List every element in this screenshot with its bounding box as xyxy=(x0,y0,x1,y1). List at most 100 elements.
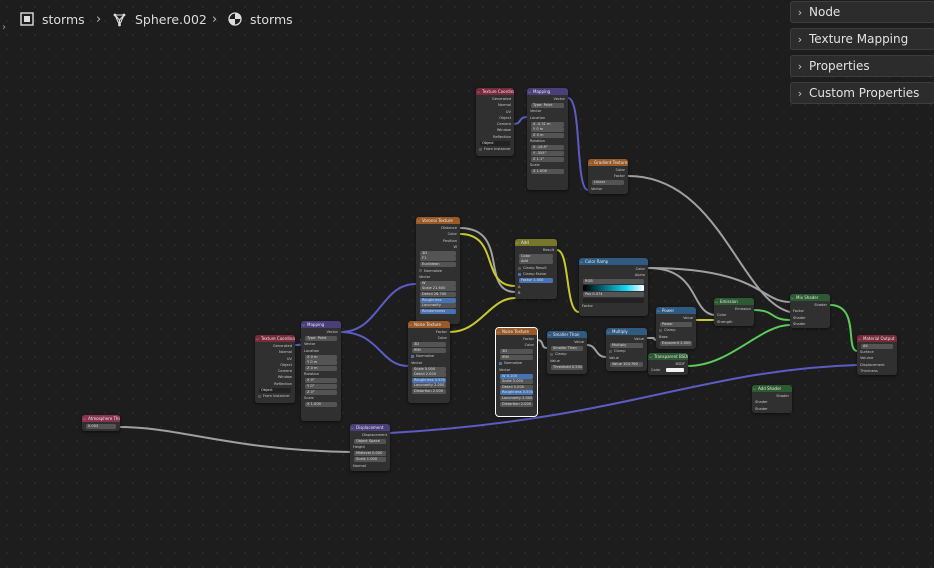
checkbox-clamp-factor[interactable]: Clamp Factor xyxy=(518,271,554,277)
node-material-output[interactable]: Material Output All Surface Volume Displ… xyxy=(857,335,897,375)
node-color-ramp[interactable]: Color Ramp Color Alpha RGB Pos 0.474 Fac… xyxy=(579,258,648,316)
location-x[interactable]: X -0.31 m xyxy=(531,121,564,127)
color-ramp-gradient[interactable] xyxy=(583,285,644,292)
node-header: Smaller Than xyxy=(547,331,587,338)
data-type-dropdown[interactable]: Color xyxy=(519,253,553,259)
wire-float xyxy=(119,426,351,453)
socket-label: Shader xyxy=(793,321,806,326)
threshold-field[interactable]: Threshold 0.500 xyxy=(551,364,583,370)
distortion-field[interactable]: Distortion 2.000 xyxy=(500,401,533,407)
object-picker[interactable]: Object xyxy=(259,387,291,393)
w-field[interactable]: W xyxy=(420,280,456,286)
location-x[interactable]: X 0 m xyxy=(305,354,337,360)
type-dropdown[interactable]: fBM xyxy=(412,347,446,353)
dimensions-dropdown[interactable]: 3D xyxy=(500,349,533,355)
roughness-field[interactable]: Roughness 0.500 xyxy=(500,390,533,396)
type-dropdown[interactable]: Type: Point xyxy=(305,335,337,341)
roughness-field[interactable]: Roughness xyxy=(420,297,456,303)
socket-label: Base xyxy=(659,334,668,339)
distortion-field[interactable]: Distortion 2.000 xyxy=(412,388,446,394)
node-mapping-top[interactable]: Mapping Vector Type: Point Vector Locati… xyxy=(527,88,568,190)
w-field[interactable]: W 0.100 xyxy=(500,373,533,379)
operation-dropdown[interactable]: Multiply xyxy=(610,342,643,348)
detail-field[interactable]: Detail 26.700 xyxy=(420,291,456,297)
node-multiply[interactable]: Multiply Value Multiply Clamp Value Valu… xyxy=(606,328,647,371)
distance-dropdown[interactable]: Euclidean xyxy=(420,261,456,267)
scale-field[interactable]: Scale 5.000 xyxy=(500,379,533,385)
midlevel-field[interactable]: Midlevel 0.000 xyxy=(354,451,386,457)
node-voronoi-texture[interactable]: Voronoi Texture Distance Color Position … xyxy=(416,217,460,324)
color-mode-dropdown[interactable]: RGB xyxy=(583,279,644,285)
scale-x[interactable]: X 1.000 xyxy=(305,402,337,408)
type-dropdown[interactable]: fBM xyxy=(500,354,533,360)
target-dropdown[interactable]: All xyxy=(861,343,893,349)
node-transparent-bsdf[interactable]: Transparent BSDF BSDF Color xyxy=(648,353,688,375)
node-header: Material Output xyxy=(857,335,897,342)
factor-field[interactable]: Factor 1.000 xyxy=(519,278,553,284)
node-wires xyxy=(119,97,858,453)
gradient-type-dropdown[interactable]: Linear xyxy=(592,180,624,186)
exponent-field[interactable]: Exponent 2.000 xyxy=(660,340,692,346)
detail-field[interactable]: Detail 5.000 xyxy=(500,384,533,390)
detail-field[interactable]: Detail 2.000 xyxy=(412,372,446,378)
location-z[interactable]: Z 0 m xyxy=(305,365,337,371)
node-noise-texture-1[interactable]: Noise Texture Factor Color 3D fBM Normal… xyxy=(408,321,450,403)
wire-vector xyxy=(339,283,417,333)
node-emission[interactable]: Emission Emission Color Strength xyxy=(714,298,754,326)
scale-field[interactable]: Scale 1.000 xyxy=(354,456,386,462)
node-atmosphere-value[interactable]: Atmosphere Thic... 0.003 xyxy=(82,415,120,431)
node-header: Mapping xyxy=(527,88,568,95)
node-smaller-than[interactable]: Smaller Than Value Smaller Than Clamp Va… xyxy=(547,331,587,374)
rotation-x[interactable]: X -16.9° xyxy=(531,145,564,151)
rotation-y[interactable]: Y 0° xyxy=(305,383,337,389)
checkbox-from-instancer[interactable]: From Instancer xyxy=(258,393,292,399)
node-header: Mapping xyxy=(301,321,341,328)
lacunarity-field[interactable]: Lacunarity 2.000 xyxy=(412,383,446,389)
randomness-field[interactable]: Randomness xyxy=(420,308,456,314)
type-dropdown[interactable]: Type: Point xyxy=(531,102,564,108)
node-add-shader[interactable]: Add Shader Shader Shader Shader xyxy=(752,385,792,413)
object-picker[interactable]: Object xyxy=(480,140,510,146)
location-z[interactable]: Z 0 m xyxy=(531,132,564,138)
rotation-y[interactable]: Y -355° xyxy=(531,150,564,156)
scale-x[interactable]: X 1.000 xyxy=(531,169,564,175)
node-texture-coordinate-top[interactable]: Texture Coordinate Generated Normal UV O… xyxy=(476,88,514,156)
node-power[interactable]: Power Value Power Clamp Base Exponent 2.… xyxy=(656,307,696,349)
rotation-x[interactable]: X 0° xyxy=(305,378,337,384)
socket-label: W xyxy=(453,244,457,249)
node-gradient-texture[interactable]: Gradient Texture Color Factor Linear Vec… xyxy=(588,159,628,194)
node-noise-texture-2[interactable]: Noise Texture Factor Color 3D fBM Normal… xyxy=(495,327,538,417)
value-field[interactable]: Value 104.760 xyxy=(610,361,643,367)
stop-color-swatch[interactable] xyxy=(583,297,644,303)
lacunarity-field[interactable]: Lacunarity xyxy=(420,303,456,309)
node-mix-shader[interactable]: Mix Shader Shader Factor Shader Shader xyxy=(790,294,830,328)
node-texture-coordinate-left[interactable]: Texture Coordinate Generated Normal UV O… xyxy=(255,335,295,403)
scale-field[interactable]: Scale 21.600 xyxy=(420,286,456,292)
scale-field[interactable]: Scale 5.000 xyxy=(412,366,446,372)
roughness-field[interactable]: Roughness 0.500 xyxy=(412,377,446,383)
lacunarity-field[interactable]: Lacunarity 2.000 xyxy=(500,395,533,401)
socket-label: Vector xyxy=(499,367,511,372)
node-displacement[interactable]: Displacement Displacement Object Space H… xyxy=(350,424,390,471)
node-mapping-left[interactable]: Mapping Vector Type: Point Vector Locati… xyxy=(301,321,341,421)
node-header: Transparent BSDF xyxy=(648,353,688,360)
color-swatch-white[interactable] xyxy=(666,368,685,373)
position-field[interactable]: Pos 0.474 xyxy=(583,292,644,298)
location-y[interactable]: Y 0 m xyxy=(305,360,337,366)
node-add-mix[interactable]: Add Result Color Add Clamp Result Clamp … xyxy=(515,239,557,299)
value-field[interactable]: 0.003 xyxy=(86,423,116,429)
blend-dropdown[interactable]: Add xyxy=(519,259,553,265)
operation-dropdown[interactable]: Smaller Than xyxy=(551,345,583,351)
socket-label: Value xyxy=(683,316,693,320)
feature-dropdown[interactable]: F1 xyxy=(420,256,456,262)
rotation-z[interactable]: Z 1.1° xyxy=(531,156,564,162)
dimensions-dropdown[interactable]: 3D xyxy=(420,250,456,256)
location-y[interactable]: Y 0 m xyxy=(531,127,564,133)
socket-label: Normal xyxy=(353,463,367,468)
socket-label: Reflection xyxy=(493,134,511,139)
checkbox-from-instancer[interactable]: From Instancer xyxy=(479,146,511,152)
space-dropdown[interactable]: Object Space xyxy=(354,438,386,444)
dimensions-dropdown[interactable]: 3D xyxy=(412,342,446,348)
operation-dropdown[interactable]: Power xyxy=(660,321,692,327)
rotation-z[interactable]: Z 0° xyxy=(305,389,337,395)
